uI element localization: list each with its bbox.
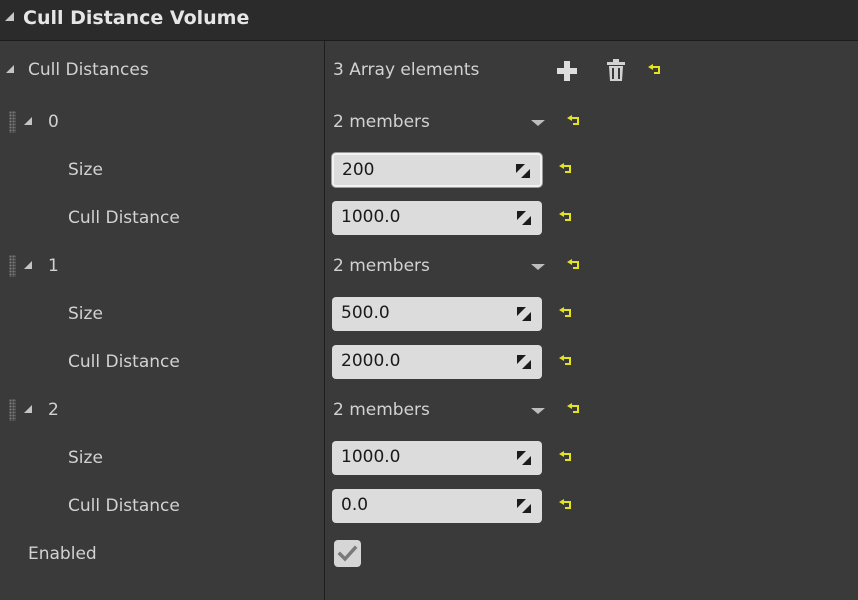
panel-title: Cull Distance Volume: [23, 7, 250, 29]
cull-distance-label: Cull Distance: [68, 352, 180, 372]
dropdown-arrow-icon[interactable]: [531, 408, 545, 414]
size-label: Size: [68, 448, 103, 468]
drag-spin-icon[interactable]: [516, 354, 532, 370]
checkmark-icon: [337, 545, 358, 562]
drag-spin-icon[interactable]: [516, 210, 532, 226]
element-index: 0: [48, 112, 59, 132]
size-row: Size 500.0: [0, 290, 858, 338]
reset-to-default-icon[interactable]: [559, 451, 573, 463]
members-combo[interactable]: 2 members: [333, 400, 430, 420]
cull-distance-label: Cull Distance: [68, 496, 180, 516]
expand-triangle-icon[interactable]: [24, 261, 32, 269]
reset-to-default-icon[interactable]: [559, 163, 573, 175]
details-panel-header[interactable]: Cull Distance Volume: [0, 0, 858, 41]
collapse-triangle-icon: [5, 12, 14, 21]
reset-to-default-icon[interactable]: [567, 403, 581, 415]
array-count-text: 3 Array elements: [333, 60, 480, 80]
members-combo[interactable]: 2 members: [333, 256, 430, 276]
cull-distances-row: Cull Distances 3 Array elements: [0, 46, 858, 94]
drag-spin-icon[interactable]: [516, 306, 532, 322]
reset-to-default-icon[interactable]: [559, 307, 573, 319]
size-label: Size: [68, 160, 103, 180]
expand-triangle-icon[interactable]: [6, 65, 14, 73]
enabled-checkbox[interactable]: [334, 540, 361, 567]
trash-icon[interactable]: [605, 58, 627, 82]
drag-spin-icon[interactable]: [516, 450, 532, 466]
plus-icon[interactable]: [556, 60, 578, 82]
enabled-label: Enabled: [28, 544, 97, 564]
size-input[interactable]: 200: [332, 153, 542, 187]
drag-spin-icon[interactable]: [515, 163, 531, 179]
dropdown-arrow-icon[interactable]: [531, 120, 545, 126]
enabled-row: Enabled: [0, 530, 858, 578]
drag-handle-icon[interactable]: [9, 399, 16, 421]
cull-distance-input[interactable]: 2000.0: [332, 345, 542, 379]
cull-distances-label: Cull Distances: [28, 60, 149, 80]
reset-to-default-icon[interactable]: [648, 64, 662, 76]
expand-triangle-icon[interactable]: [24, 405, 32, 413]
array-element-row: 2 2 members: [0, 386, 858, 434]
members-combo[interactable]: 2 members: [333, 112, 430, 132]
cull-distance-value: 0.0: [341, 495, 369, 515]
size-value: 1000.0: [341, 447, 401, 467]
size-row: Size 1000.0: [0, 434, 858, 482]
drag-spin-icon[interactable]: [516, 498, 532, 514]
cull-distance-value: 2000.0: [341, 351, 401, 371]
element-index: 2: [48, 400, 59, 420]
cull-distance-row: Cull Distance 2000.0: [0, 338, 858, 386]
cull-distance-label: Cull Distance: [68, 208, 180, 228]
size-input[interactable]: 500.0: [332, 297, 542, 331]
cull-distance-row: Cull Distance 1000.0: [0, 194, 858, 242]
reset-to-default-icon[interactable]: [559, 355, 573, 367]
size-row: Size 200: [0, 146, 858, 194]
cull-distance-input[interactable]: 1000.0: [332, 201, 542, 235]
cull-distance-row: Cull Distance 0.0: [0, 482, 858, 530]
drag-handle-icon[interactable]: [9, 255, 16, 277]
reset-to-default-icon[interactable]: [567, 115, 581, 127]
cull-distance-value: 1000.0: [341, 207, 401, 227]
drag-handle-icon[interactable]: [9, 111, 16, 133]
array-element-row: 1 2 members: [0, 242, 858, 290]
array-element-row: 0 2 members: [0, 98, 858, 146]
size-value: 200: [342, 160, 375, 180]
size-label: Size: [68, 304, 103, 324]
expand-triangle-icon[interactable]: [24, 117, 32, 125]
dropdown-arrow-icon[interactable]: [531, 264, 545, 270]
size-input[interactable]: 1000.0: [332, 441, 542, 475]
element-index: 1: [48, 256, 59, 276]
reset-to-default-icon[interactable]: [559, 211, 573, 223]
cull-distance-input[interactable]: 0.0: [332, 489, 542, 523]
reset-to-default-icon[interactable]: [567, 259, 581, 271]
reset-to-default-icon[interactable]: [559, 499, 573, 511]
size-value: 500.0: [341, 303, 390, 323]
